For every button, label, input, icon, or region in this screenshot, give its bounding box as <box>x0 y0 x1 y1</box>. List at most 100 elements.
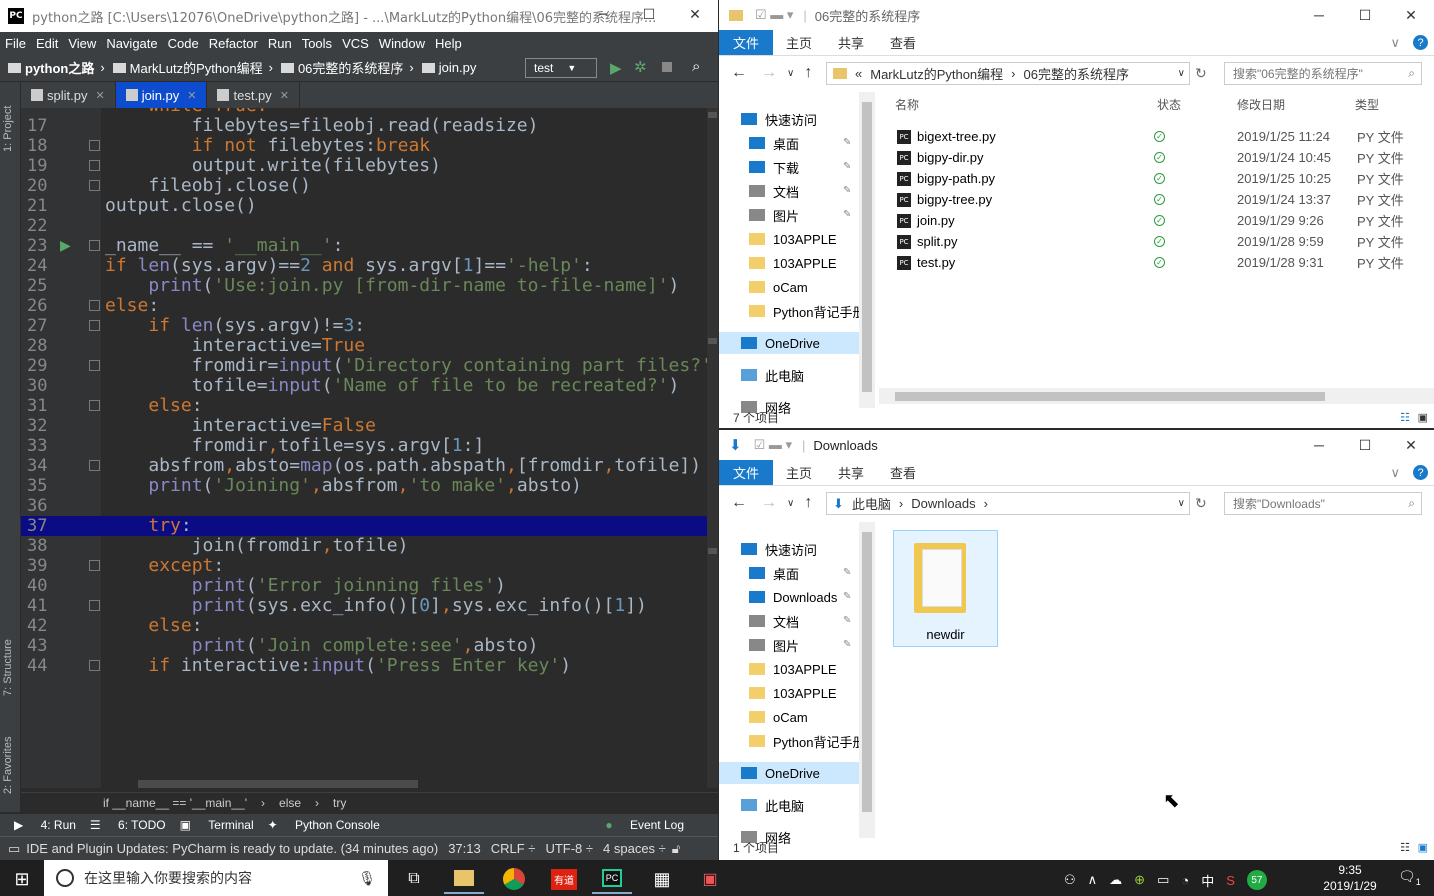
nav-item[interactable]: 103APPLE <box>749 658 837 680</box>
nav-item[interactable]: Downloads <box>749 586 837 608</box>
pin-icon[interactable]: ✎ <box>843 567 851 578</box>
menu-help[interactable]: Help <box>430 36 467 51</box>
run-tool-button[interactable]: ▶ 4: Run <box>14 818 76 832</box>
tab-join[interactable]: join.py ✕ <box>115 82 208 108</box>
onedrive-tray-icon[interactable]: ☁ <box>1109 872 1122 888</box>
menu-tools[interactable]: Tools <box>297 36 337 51</box>
maximize-button[interactable]: ☐ <box>626 0 672 30</box>
nav-item[interactable]: 文档 <box>749 180 799 202</box>
navpane-scrollbar[interactable] <box>859 92 875 408</box>
nav-item[interactable]: Python背记手册 <box>749 730 865 752</box>
column-status[interactable]: 状态 <box>1157 96 1181 113</box>
help-icon[interactable]: ? <box>1413 465 1428 480</box>
close-tab-icon[interactable]: ✕ <box>280 89 289 102</box>
project-tool-tab[interactable]: 1: Project <box>2 106 14 152</box>
chevron-down-icon[interactable]: ∨ <box>1178 498 1185 509</box>
search-input[interactable]: 搜索"Downloads" ⌕ <box>1224 492 1422 515</box>
code-line[interactable]: 37 try: <box>21 516 718 536</box>
path-segment[interactable]: 此电脑 <box>852 494 891 513</box>
fold-marker-icon[interactable] <box>89 360 100 371</box>
minimize-button[interactable]: ─ <box>1296 430 1342 460</box>
code-line[interactable]: 23 _name__ == '__main__': <box>21 236 718 257</box>
forward-icon[interactable]: → <box>761 64 777 82</box>
chrome-taskbar-icon[interactable] <box>494 864 534 894</box>
close-button[interactable]: ✕ <box>672 0 718 30</box>
nav-item[interactable]: 快速访问 <box>741 108 817 130</box>
event-log-button[interactable]: ● Event Log <box>591 818 684 832</box>
back-icon[interactable]: ← <box>731 64 747 82</box>
recent-locations-icon[interactable]: ∨ <box>787 498 794 509</box>
address-box[interactable]: « MarkLutz的Python编程 › 06完整的系统程序 ∨ <box>826 62 1190 85</box>
code-line[interactable]: 44 if interactive:input('Press Enter key… <box>21 656 718 677</box>
search-icon[interactable]: ⌕ <box>692 58 700 75</box>
network-icon[interactable]: ◔ <box>1181 873 1189 888</box>
fold-marker-icon[interactable] <box>89 180 100 191</box>
code-line[interactable]: 39 except: <box>21 556 718 577</box>
caret-position[interactable]: 37:13 <box>448 841 481 856</box>
fold-marker-icon[interactable] <box>89 560 100 571</box>
navpane-scrollbar[interactable] <box>859 522 875 838</box>
ribbon-tab-home[interactable]: 主页 <box>773 460 825 485</box>
nav-item[interactable]: 图片 <box>749 204 799 226</box>
microphone-icon[interactable]: 🎙︎ <box>358 870 376 887</box>
editor-vertical-scrollbar[interactable] <box>707 108 718 788</box>
nav-item[interactable]: 103APPLE <box>749 682 837 704</box>
code-line[interactable]: 18 if not filebytes:break <box>21 136 718 157</box>
pin-icon[interactable]: ✎ <box>843 137 851 148</box>
code-line[interactable]: 33 fromdir,tofile=sys.argv[1:] <box>21 436 718 457</box>
nav-item[interactable]: 图片 <box>749 634 799 656</box>
search-input[interactable]: 搜索"06完整的系统程序" ⌕ <box>1224 62 1422 85</box>
nav-item[interactable]: OneDrive <box>719 762 859 784</box>
fold-marker-icon[interactable] <box>89 140 100 151</box>
code-line[interactable]: 30 tofile=input('Name of file to be recr… <box>21 376 718 397</box>
code-line[interactable]: 41 print(sys.exc_info()[0],sys.exc_info(… <box>21 596 718 617</box>
favorites-tool-tab[interactable]: 2: Favorites <box>2 737 14 794</box>
nav-item[interactable]: Python背记手册 <box>749 300 865 322</box>
status-message[interactable]: IDE and Plugin Updates: PyCharm is ready… <box>26 841 438 856</box>
menu-run[interactable]: Run <box>263 36 297 51</box>
fold-marker-icon[interactable] <box>89 160 100 171</box>
python-console-tool-button[interactable]: ✦ Python Console <box>268 818 380 832</box>
path-segment[interactable]: MarkLutz的Python编程 <box>870 64 1003 83</box>
lock-icon[interactable]: 🔓︎ <box>672 841 680 857</box>
filelist-horizontal-scrollbar[interactable] <box>879 388 1434 404</box>
help-icon[interactable]: ? <box>1413 35 1428 50</box>
quick-access-toolbar-icon[interactable]: ☑ ▬ ▾ <box>755 7 793 23</box>
stop-icon[interactable] <box>662 62 672 72</box>
run-icon[interactable]: ▶ <box>610 59 622 77</box>
menu-navigate[interactable]: Navigate <box>101 36 162 51</box>
nav-item[interactable]: 103APPLE <box>749 252 837 274</box>
sogou-tray-icon[interactable]: S <box>1226 873 1235 888</box>
clock[interactable]: 9:35 2019/1/29 <box>1314 862 1386 894</box>
ribbon-tab-share[interactable]: 共享 <box>825 30 877 55</box>
ribbon-expand-icon[interactable]: ∨ <box>1377 460 1413 485</box>
menu-refactor[interactable]: Refactor <box>204 36 263 51</box>
code-breadcrumb[interactable]: if __name__ == '__main__' <box>103 796 247 810</box>
code-line[interactable]: 32 interactive=False <box>21 416 718 437</box>
maximize-button[interactable]: ☐ <box>1342 0 1388 30</box>
menu-file[interactable]: File <box>0 36 31 51</box>
indent-setting[interactable]: 4 spaces ÷ <box>603 841 666 856</box>
nav-item[interactable]: 此电脑 <box>741 364 804 386</box>
run-gutter-icon[interactable]: ▶ <box>60 238 71 254</box>
nav-crumb[interactable]: MarkLutz的Python编程 <box>112 58 263 77</box>
code-line[interactable]: 42 else: <box>21 616 718 637</box>
tab-test[interactable]: test.py ✕ <box>207 82 300 108</box>
minimize-button[interactable]: ─ <box>580 0 626 30</box>
fold-marker-icon[interactable] <box>89 320 100 331</box>
task-view-icon[interactable]: ⧉ <box>394 864 434 894</box>
pin-icon[interactable]: ✎ <box>843 591 851 602</box>
path-segment[interactable]: 06完整的系统程序 <box>1024 64 1129 83</box>
nav-crumb[interactable]: 06完整的系统程序 <box>280 58 403 77</box>
fold-marker-icon[interactable] <box>89 300 100 311</box>
code-breadcrumb[interactable]: else <box>279 796 301 810</box>
code-line[interactable]: 17 filebytes=fileobj.read(readsize) <box>21 116 718 137</box>
pin-icon[interactable]: ✎ <box>843 185 851 196</box>
battery-icon[interactable]: ▭ <box>1157 872 1169 888</box>
minimize-button[interactable]: ─ <box>1296 0 1342 30</box>
file-row[interactable]: PC join.py ✓ 2019/1/29 9:26 PY 文件 <box>889 210 1434 231</box>
column-type[interactable]: 类型 <box>1355 96 1379 113</box>
chevron-down-icon[interactable]: ∨ <box>1178 68 1185 79</box>
code-breadcrumb[interactable]: try <box>333 796 346 810</box>
fold-marker-icon[interactable] <box>89 660 100 671</box>
